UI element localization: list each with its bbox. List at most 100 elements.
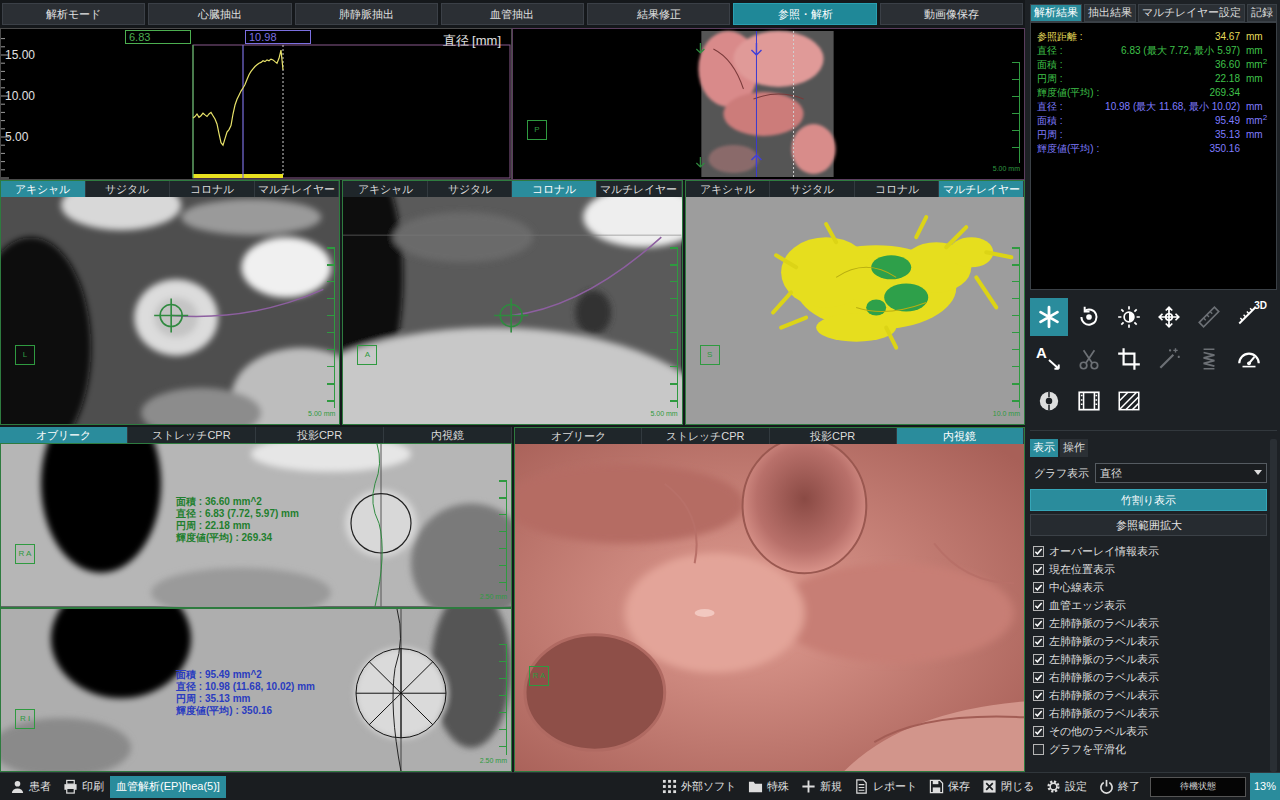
orientation-marker[interactable]: P	[527, 120, 547, 140]
result-tab[interactable]: 抽出結果	[1084, 4, 1136, 22]
option-row[interactable]: 左肺静脈のラベル表示	[1030, 615, 1267, 633]
view-tab[interactable]: アキシャル	[343, 181, 428, 197]
option-row[interactable]: オーバーレイ情報表示	[1030, 543, 1267, 561]
option-checkbox[interactable]	[1033, 600, 1044, 611]
panel-tab[interactable]: 表示	[1030, 439, 1058, 457]
result-tab[interactable]: マルチレイヤー設定	[1138, 4, 1245, 22]
image-view[interactable]: L5.00 mm	[1, 197, 339, 424]
mode-tab[interactable]: 参照・解析	[733, 3, 876, 25]
orientation-marker[interactable]: L	[15, 345, 35, 365]
status-button[interactable]: 患者	[4, 776, 57, 798]
option-checkbox[interactable]	[1033, 654, 1044, 665]
status-button[interactable]: 血管解析(EP)[hea(5)]	[110, 776, 226, 798]
view-tab[interactable]: アキシャル	[1, 181, 86, 197]
tool-button[interactable]	[1110, 340, 1148, 378]
view-tab[interactable]: コロナル	[170, 181, 255, 197]
option-row[interactable]: 中心線表示	[1030, 579, 1267, 597]
reference-view[interactable]: P5.00 mm	[512, 28, 1025, 180]
tool-button[interactable]: A	[1030, 340, 1068, 378]
option-row[interactable]: グラフを平滑化	[1030, 741, 1267, 759]
view-tab[interactable]: オブリーク	[0, 427, 128, 443]
tool-button[interactable]	[1070, 298, 1108, 336]
tool-button[interactable]	[1110, 382, 1148, 420]
view-tab[interactable]: マルチレイヤー	[255, 181, 340, 197]
mode-tab[interactable]: 動画像保存	[880, 3, 1023, 25]
status-button[interactable]: 新規	[795, 776, 848, 798]
option-checkbox[interactable]	[1033, 546, 1044, 557]
status-button[interactable]: 閉じる	[976, 776, 1040, 798]
view-tab[interactable]: サジタル	[428, 181, 513, 197]
option-checkbox[interactable]	[1033, 744, 1044, 755]
view-tab[interactable]: サジタル	[770, 181, 855, 197]
status-button[interactable]: 外部ソフト	[656, 776, 742, 798]
panel-tab[interactable]: 操作	[1060, 439, 1088, 457]
option-row[interactable]: 右肺静脈のラベル表示	[1030, 669, 1267, 687]
oblique-view[interactable]: 面積 : 95.49 mm^2直径 : 10.98 (11.68, 10.02)…	[0, 608, 512, 773]
option-checkbox[interactable]	[1033, 564, 1044, 575]
option-row[interactable]: 現在位置表示	[1030, 561, 1267, 579]
action-button[interactable]: 竹割り表示	[1030, 489, 1267, 511]
graph-select[interactable]: 直径	[1095, 463, 1267, 483]
tool-button[interactable]	[1030, 298, 1068, 336]
orientation-marker[interactable]: R I	[15, 709, 35, 729]
option-row[interactable]: 左肺静脈のラベル表示	[1030, 633, 1267, 651]
tool-button[interactable]	[1030, 382, 1068, 420]
orientation-marker[interactable]: S	[700, 345, 720, 365]
tool-button[interactable]	[1230, 340, 1268, 378]
status-button[interactable]: 特殊	[742, 776, 795, 798]
option-row[interactable]: 血管エッジ表示	[1030, 597, 1267, 615]
tool-button[interactable]	[1150, 298, 1188, 336]
option-row[interactable]: 左肺静脈のラベル表示	[1030, 651, 1267, 669]
option-checkbox[interactable]	[1033, 636, 1044, 647]
oblique-view[interactable]: 面積 : 36.60 mm^2直径 : 6.83 (7.72, 5.97) mm…	[0, 443, 512, 608]
option-checkbox[interactable]	[1033, 672, 1044, 683]
mode-tab[interactable]: 血管抽出	[441, 3, 584, 25]
view-tab[interactable]: ストレッチCPR	[642, 428, 769, 444]
tool-button[interactable]	[1110, 298, 1148, 336]
option-checkbox[interactable]	[1033, 708, 1044, 719]
image-view[interactable]: A5.00 mm	[343, 197, 681, 424]
marker-label[interactable]: 10.98	[245, 30, 311, 44]
marker-label[interactable]: 6.83	[125, 30, 191, 44]
image-view[interactable]: S10.0 mm	[686, 197, 1024, 424]
tool-button[interactable]	[1070, 382, 1108, 420]
endoscope-view[interactable]: R A	[515, 444, 1024, 771]
scrollbar[interactable]	[1270, 439, 1277, 772]
status-button[interactable]: 保存	[923, 776, 976, 798]
result-tab[interactable]: 記録	[1247, 4, 1277, 22]
status-button[interactable]: 印刷	[57, 776, 110, 798]
mode-tab[interactable]: 心臓抽出	[148, 3, 291, 25]
view-tab[interactable]: コロナル	[512, 181, 597, 197]
orientation-marker[interactable]: R A	[529, 666, 549, 686]
view-tab[interactable]: サジタル	[86, 181, 171, 197]
tool-button[interactable]: 3D	[1230, 298, 1268, 336]
option-checkbox[interactable]	[1033, 690, 1044, 701]
mode-tab[interactable]: 肺静脈抽出	[295, 3, 438, 25]
view-tab[interactable]: 内視鏡	[897, 428, 1024, 444]
orientation-marker[interactable]: R A	[15, 544, 35, 564]
action-button[interactable]: 参照範囲拡大	[1030, 514, 1267, 536]
status-button[interactable]: 設定	[1040, 776, 1093, 798]
status-button[interactable]: 終了	[1093, 776, 1146, 798]
option-row[interactable]: 右肺静脈のラベル表示	[1030, 705, 1267, 723]
view-tab[interactable]: 内視鏡	[384, 427, 512, 443]
view-tab[interactable]: ストレッチCPR	[128, 427, 256, 443]
view-tab[interactable]: コロナル	[855, 181, 940, 197]
view-tab[interactable]: オブリーク	[515, 428, 642, 444]
option-row[interactable]: その他のラベル表示	[1030, 723, 1267, 741]
mode-tab[interactable]: 解析モード	[2, 3, 145, 25]
view-tab[interactable]: アキシャル	[686, 181, 771, 197]
mode-tab[interactable]: 結果修正	[587, 3, 730, 25]
option-checkbox[interactable]	[1033, 726, 1044, 737]
status-button[interactable]: レポート	[848, 776, 923, 798]
view-tab[interactable]: マルチレイヤー	[939, 181, 1024, 197]
option-checkbox[interactable]	[1033, 582, 1044, 593]
orientation-marker[interactable]: A	[357, 345, 377, 365]
diameter-graph[interactable]: 15.0010.005.00直径 [mm]6.8310.98	[0, 28, 512, 180]
view-tab[interactable]: 投影CPR	[256, 427, 384, 443]
view-tab[interactable]: マルチレイヤー	[597, 181, 682, 197]
option-row[interactable]: 右肺静脈のラベル表示	[1030, 687, 1267, 705]
option-checkbox[interactable]	[1033, 618, 1044, 629]
result-tab[interactable]: 解析結果	[1030, 4, 1082, 22]
view-tab[interactable]: 投影CPR	[770, 428, 897, 444]
